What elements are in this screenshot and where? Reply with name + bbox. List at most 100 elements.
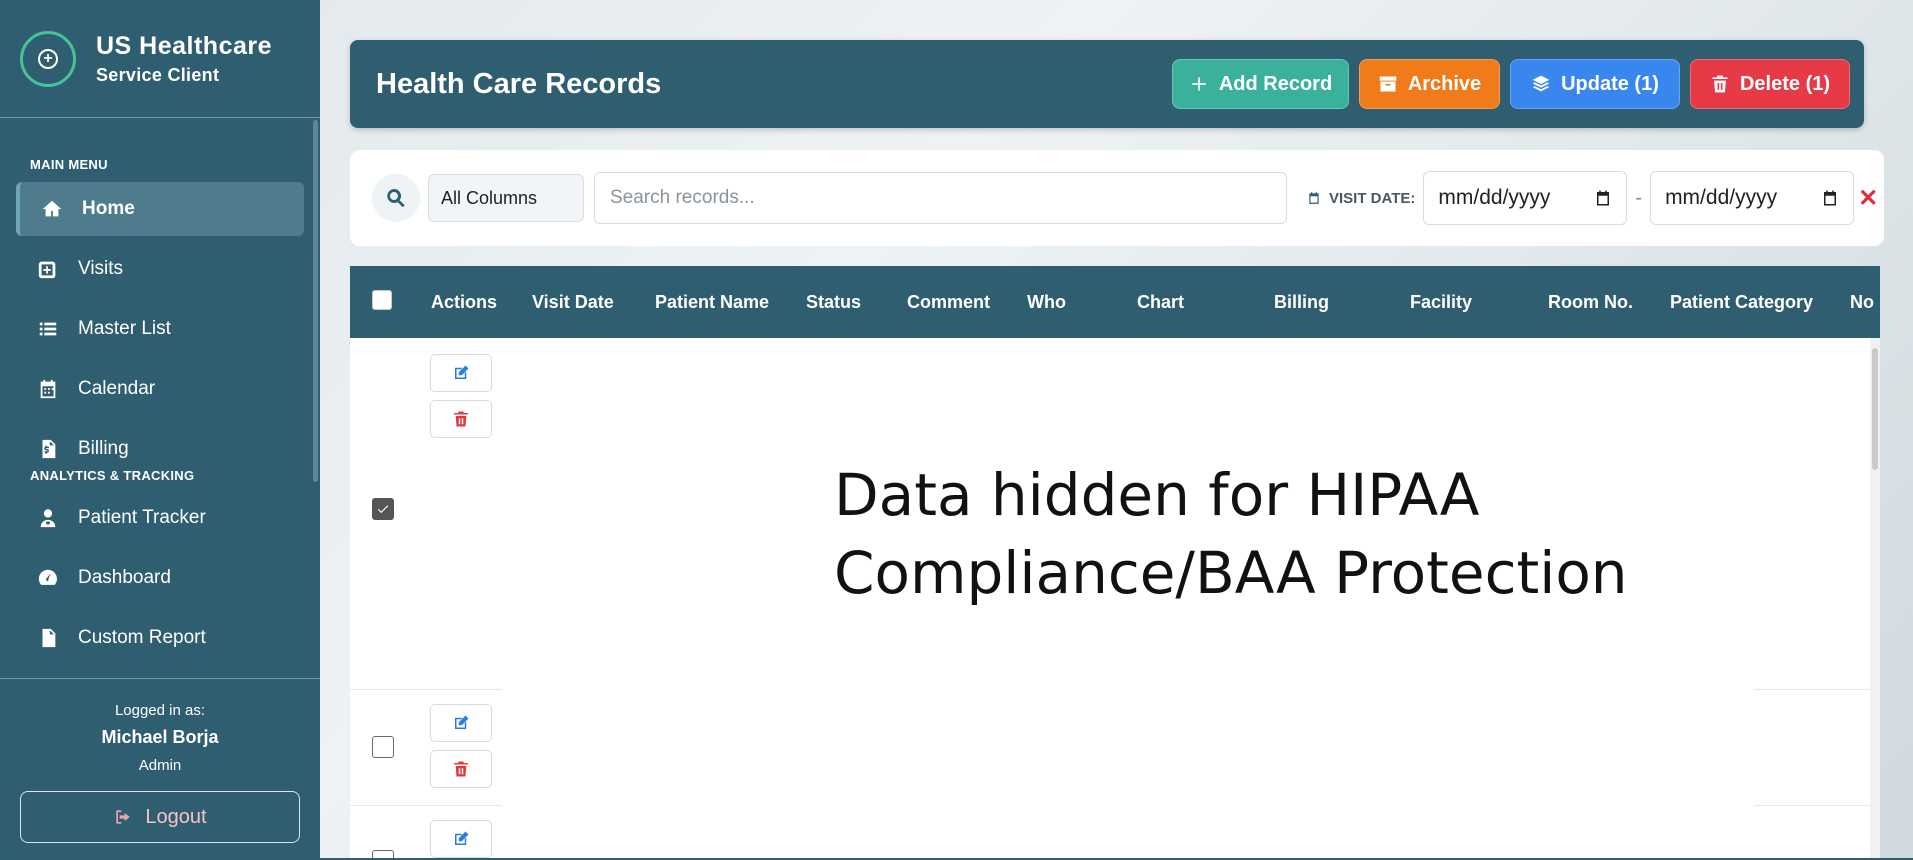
page-header: Health Care Records Add Record Archive U…: [350, 40, 1864, 128]
logo-icon: +: [20, 30, 76, 87]
logout-button[interactable]: Logout: [20, 791, 300, 843]
gauge-icon: [34, 567, 62, 589]
page-title: Health Care Records: [376, 67, 662, 100]
sidebar-item-label: Billing: [78, 438, 129, 459]
delete-row-button[interactable]: [430, 750, 492, 788]
date-from-input[interactable]: mm/dd/yyyy: [1423, 171, 1628, 225]
edit-icon: [455, 831, 469, 845]
calendar-picker-icon[interactable]: [1821, 189, 1839, 207]
sidebar-item-label: Calendar: [78, 378, 156, 399]
clear-date-icon[interactable]: ✕: [1858, 184, 1878, 213]
trash-icon: [1712, 75, 1728, 93]
sidebar-item-dashboard[interactable]: Dashboard: [16, 551, 304, 605]
search-icon[interactable]: [372, 174, 420, 222]
file-icon: [34, 627, 62, 649]
redaction-line: Compliance/BAA Protection: [834, 539, 1628, 607]
user-box: Logged in as: Michael Borja Admin Logout: [0, 678, 320, 860]
section-main-menu: MAIN MENU: [30, 157, 108, 172]
edit-icon: [455, 365, 469, 379]
column-header[interactable]: Patient Name: [655, 292, 769, 313]
archive-label: Archive: [1407, 72, 1482, 95]
list-icon: [34, 318, 62, 340]
sidebar-item-visits[interactable]: Visits: [16, 242, 304, 296]
update-label: Update (1): [1561, 72, 1659, 95]
brand: + US Healthcare Service Client: [0, 0, 320, 118]
user-role: Admin: [138, 757, 182, 774]
calendar-icon: [1309, 192, 1319, 204]
delete-button[interactable]: Delete (1): [1690, 59, 1850, 109]
sidebar-item-label: Patient Tracker: [78, 507, 206, 528]
sidebar-item-patient-tracker[interactable]: Patient Tracker: [16, 491, 304, 545]
redaction-line: Data hidden for HIPAA: [834, 461, 1480, 529]
add-record-button[interactable]: Add Record: [1172, 59, 1349, 109]
archive-icon: [1379, 76, 1397, 92]
column-header[interactable]: Who: [1027, 292, 1066, 313]
row-checkbox[interactable]: [372, 498, 394, 520]
plus-icon: [1192, 77, 1206, 91]
user-doctor-icon: [34, 507, 62, 529]
calendar-picker-icon[interactable]: [1594, 189, 1612, 207]
update-button[interactable]: Update (1): [1510, 59, 1680, 109]
sidebar-item-label: Dashboard: [78, 567, 171, 588]
edit-button[interactable]: [430, 820, 492, 858]
column-header[interactable]: Comment: [907, 292, 990, 313]
records-table: Actions Visit Date Patient Name Status C…: [350, 266, 1880, 860]
home-icon: [38, 198, 66, 220]
date-to-value: mm/dd/yyyy: [1665, 186, 1778, 209]
column-filter-select[interactable]: All Columns: [428, 174, 584, 222]
logged-in-label: Logged in as:: [114, 702, 206, 719]
redaction-notice: Data hidden for HIPAA Compliance/BAA Pro…: [834, 456, 1628, 612]
sidebar: + US Healthcare Service Client MAIN MENU…: [0, 0, 320, 860]
delete-row-button[interactable]: [430, 400, 492, 438]
invoice-icon: [34, 438, 62, 460]
column-header[interactable]: Facility: [1410, 292, 1472, 313]
sidebar-item-master-list[interactable]: Master List: [16, 302, 304, 356]
column-header[interactable]: Patient Category: [1670, 292, 1813, 313]
date-from-value: mm/dd/yyyy: [1438, 186, 1551, 209]
sidebar-item-billing[interactable]: Billing: [16, 422, 304, 476]
visit-date-text: VISIT DATE:: [1329, 189, 1416, 207]
table-scrollbar[interactable]: [1870, 338, 1880, 860]
trash-icon: [454, 761, 468, 777]
brand-subtitle: Service Client: [96, 64, 220, 85]
sidebar-scrollbar[interactable]: [313, 120, 318, 482]
edit-button[interactable]: [430, 704, 492, 742]
row-checkbox[interactable]: [372, 736, 394, 758]
column-header[interactable]: Billing: [1274, 292, 1329, 313]
search-input[interactable]: [594, 172, 1287, 224]
delete-label: Delete (1): [1739, 72, 1831, 95]
edit-icon: [455, 715, 469, 729]
column-header[interactable]: Visit Date: [532, 292, 614, 313]
sidebar-item-label: Master List: [78, 318, 171, 339]
visit-date-label: VISIT DATE:: [1307, 190, 1415, 207]
redaction-overlay: Data hidden for HIPAA Compliance/BAA Pro…: [502, 338, 1754, 860]
column-header[interactable]: Actions: [431, 292, 497, 313]
brand-title: US Healthcare: [96, 31, 273, 60]
check-icon: [377, 505, 389, 514]
edit-button[interactable]: [430, 354, 492, 392]
add-record-label: Add Record: [1218, 72, 1333, 95]
user-name: Michael Borja: [101, 727, 219, 747]
column-header[interactable]: No: [1850, 292, 1874, 313]
logout-label: Logout: [145, 805, 207, 828]
sidebar-item-label: Home: [82, 198, 135, 219]
column-header[interactable]: Chart: [1137, 292, 1184, 313]
column-header[interactable]: Room No.: [1548, 292, 1633, 313]
sidebar-item-custom-report[interactable]: Custom Report: [16, 611, 304, 665]
select-all-checkbox[interactable]: [372, 290, 392, 310]
archive-button[interactable]: Archive: [1359, 59, 1500, 109]
date-separator: -: [1635, 186, 1643, 209]
date-to-input[interactable]: mm/dd/yyyy: [1650, 171, 1855, 225]
table-header: Actions Visit Date Patient Name Status C…: [350, 266, 1880, 338]
calendar-icon: [34, 378, 62, 400]
layers-icon: [1532, 75, 1550, 92]
sidebar-item-label: Custom Report: [78, 627, 206, 648]
search-bar: All Columns VISIT DATE: mm/dd/yyyy - mm/…: [350, 150, 1884, 246]
sidebar-item-home[interactable]: Home: [16, 182, 304, 236]
column-header[interactable]: Status: [806, 292, 861, 313]
sidebar-item-calendar[interactable]: Calendar: [16, 362, 304, 416]
calendar-plus-icon: [34, 258, 62, 280]
trash-icon: [454, 411, 468, 427]
sign-out-icon: [116, 810, 131, 824]
sidebar-item-label: Visits: [78, 258, 124, 279]
